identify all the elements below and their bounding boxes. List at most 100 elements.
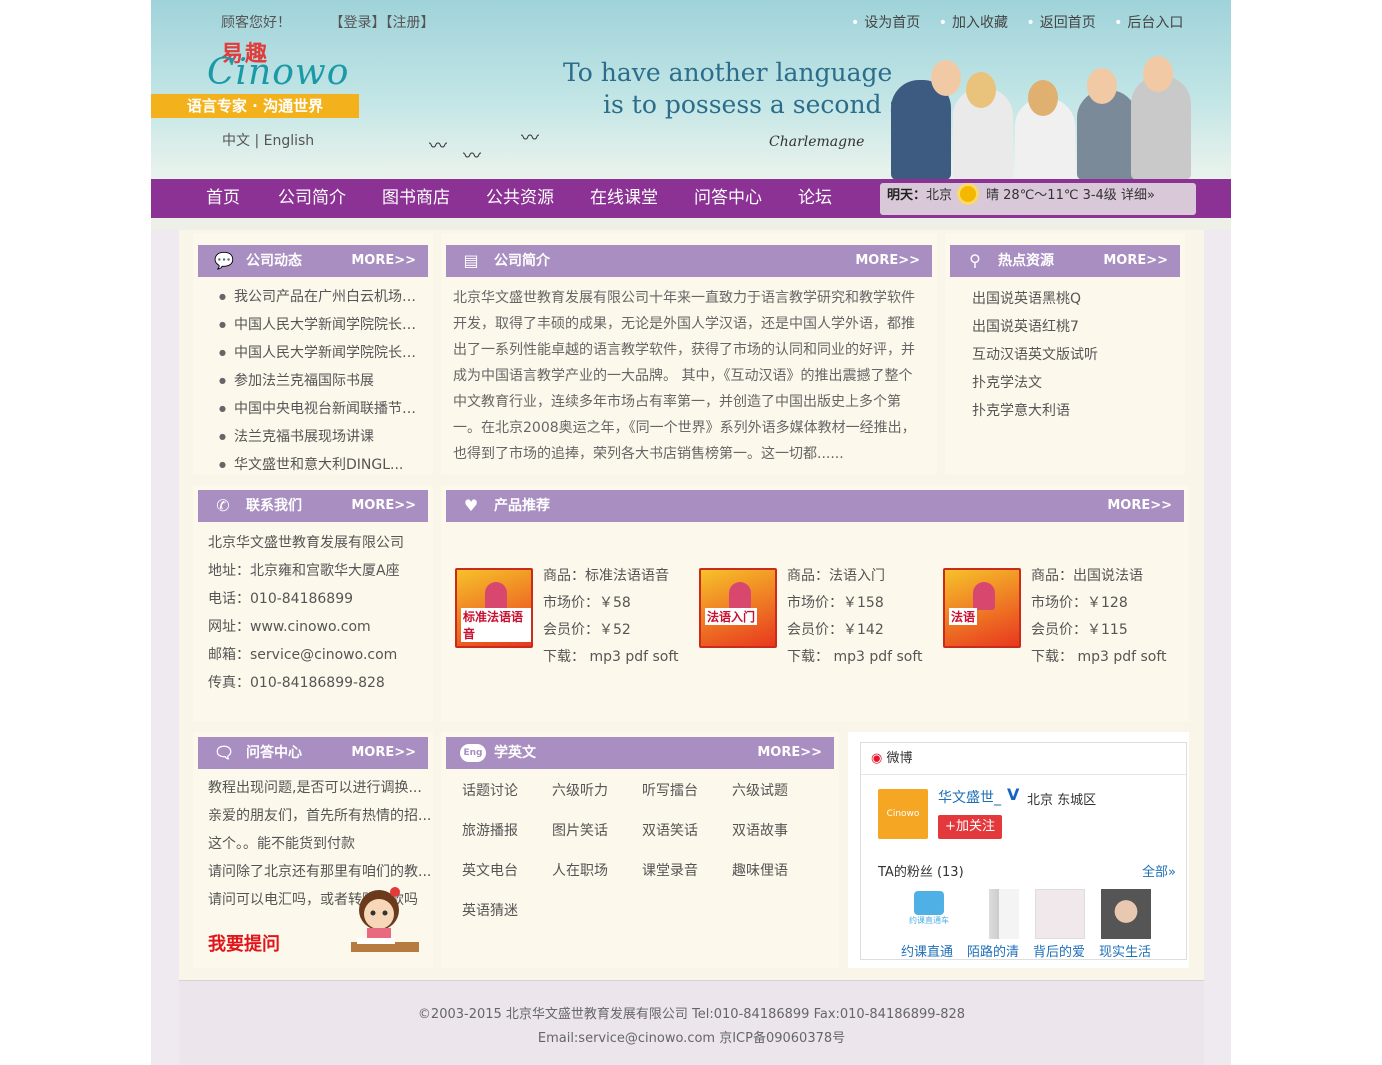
fan-avatar[interactable] [969,889,1019,939]
hot-more-link[interactable]: MORE>> [1103,245,1168,277]
back-home-link[interactable]: 返回首页 [1026,15,1095,31]
contact-email[interactable]: 邮箱：service@cinowo.com [208,641,404,669]
follow-button[interactable]: +加关注 [938,815,1002,839]
document-icon: ▤ [463,251,479,270]
contact-more-link[interactable]: MORE>> [351,490,416,522]
set-homepage-link[interactable]: 设为首页 [851,15,920,31]
product-name[interactable]: 商品：法语入门 [787,563,923,590]
learn-topic[interactable]: 话题讨论 [462,780,518,800]
learn-panel-header: Eng 学英文 MORE>> [446,737,834,769]
learn-topic[interactable]: 六级试题 [732,780,788,800]
qa-more-link[interactable]: MORE>> [351,737,416,769]
nav-online-class[interactable]: 在线课堂 [590,179,658,218]
heart-icon: ♥ [463,496,479,515]
nav-forum[interactable]: 论坛 [798,179,832,218]
all-fans-link[interactable]: 全部» [1142,861,1176,880]
qa-title: 问答中心 [246,745,302,761]
product-download-links[interactable]: 下载： mp3 pdf soft [543,644,679,671]
news-item[interactable]: 法兰克福书展现场讲课 [219,423,429,451]
learn-topic[interactable]: 人在职场 [552,860,608,880]
product-name[interactable]: 商品：标准法语语音 [543,563,679,590]
product-cover-image[interactable]: 法语入门 [699,568,777,648]
product-card[interactable]: 法语入门 商品：法语入门 市场价：￥158 会员价：￥142 下载： mp3 p… [699,563,939,665]
student-head [1028,80,1058,116]
news-item[interactable]: 参加法兰克福国际书展 [219,367,429,395]
fan-name[interactable]: 约课直通 [901,941,953,960]
qa-item[interactable]: 教程出现问题,是否可以进行调换... [208,774,433,802]
learn-topic[interactable]: 课堂录音 [642,860,698,880]
fan-name[interactable]: 背后的爱 [1033,941,1085,960]
verified-v-icon: V [1007,785,1020,804]
product-info: 商品：标准法语语音 市场价：￥58 会员价：￥52 下载： mp3 pdf so… [543,563,679,671]
learn-topic[interactable]: 旅游播报 [462,820,518,840]
news-item[interactable]: 中国人民大学新闻学院院长（... [219,311,429,339]
news-more-link[interactable]: MORE>> [351,245,416,277]
about-panel: ▤ 公司简介 MORE>> 北京华文盛世教育发展有限公司十年来一直致力于语言教学… [441,233,937,475]
nav-qa[interactable]: 问答中心 [694,179,762,218]
product-market-price: 市场价：￥58 [543,595,631,611]
qa-item[interactable]: 亲爱的朋友们，首先所有热情的招... [208,802,433,830]
hot-item[interactable]: 出国说英语红桃7 [972,313,1098,341]
map-pin-icon: ⚲ [969,251,981,270]
hot-item[interactable]: 扑克学法文 [972,369,1098,397]
products-more-link[interactable]: MORE>> [1107,490,1172,522]
nav-home[interactable]: 首页 [206,179,240,218]
learn-topic[interactable]: 英语猜迷 [462,900,518,920]
weibo-user-name[interactable]: 华文盛世_ [938,787,1001,807]
login-link[interactable]: 【登录】 [329,15,385,31]
nav-bookstore[interactable]: 图书商店 [382,179,450,218]
product-download-links[interactable]: 下载： mp3 pdf soft [1031,644,1167,671]
learn-topic[interactable]: 双语笑话 [642,820,698,840]
quote-line-1: To have another language [563,58,893,87]
learn-topic[interactable]: 英文电台 [462,860,518,880]
news-panel-header: 💬 公司动态 MORE>> [198,245,428,277]
fan-name[interactable]: 现实生活 [1099,941,1151,960]
news-item[interactable]: 我公司产品在广州白云机场免税店上架 [219,283,429,311]
eng-badge-icon: Eng [460,744,486,762]
fan-name[interactable]: 陌路的清 [967,941,1019,960]
greeting-text: 顾客您好！ [221,15,291,31]
learn-topic[interactable]: 双语故事 [732,820,788,840]
footer: ©2003-2015 北京华文盛世教育发展有限公司 Tel:010-841868… [179,980,1204,1065]
logo-english[interactable]: Cinowo [207,52,349,93]
product-card[interactable]: 法语 商品：出国说法语 市场价：￥128 会员价：￥115 下载： mp3 pd… [943,563,1183,665]
nav-about[interactable]: 公司简介 [278,179,346,218]
nav-resources[interactable]: 公共资源 [486,179,554,218]
weather-desc[interactable]: 晴 28℃～11℃ 3-4级 详细» [986,188,1155,203]
student-figure [1077,90,1137,180]
weather-widget[interactable]: 明天：北京 晴 28℃～11℃ 3-4级 详细» [880,183,1196,215]
product-cover-image[interactable]: 法语 [943,568,1021,648]
contact-website[interactable]: 网址：www.cinowo.com [208,613,404,641]
learn-topic[interactable]: 听写擂台 [642,780,698,800]
learn-more-link[interactable]: MORE>> [757,737,822,769]
news-item[interactable]: 中国中央电视台新闻联播节目报道 [219,395,429,423]
product-cover-title: 法语 [949,608,978,625]
language-switch[interactable]: 中文 | English [222,130,314,150]
learn-topic[interactable]: 趣味俚语 [732,860,788,880]
fan-avatar[interactable] [1035,889,1085,939]
bird-icon: 〰 [521,128,539,149]
about-more-link[interactable]: MORE>> [855,245,920,277]
fan-avatar[interactable] [1101,889,1151,939]
news-item[interactable]: 华文盛世和意大利DINGL... [219,451,429,479]
admin-entry-link[interactable]: 后台入口 [1114,15,1183,31]
product-download-links[interactable]: 下载： mp3 pdf soft [787,644,923,671]
product-name[interactable]: 商品：出国说法语 [1031,563,1167,590]
hot-item[interactable]: 扑克学意大利语 [972,397,1098,425]
learn-topic[interactable]: 六级听力 [552,780,608,800]
weibo-avatar[interactable]: Cinowo [878,789,928,839]
register-link[interactable]: 【注册】 [385,15,434,31]
learn-topic[interactable]: 图片笑话 [552,820,608,840]
hot-title: 热点资源 [998,253,1054,269]
hot-item[interactable]: 互动汉语英文版试听 [972,341,1098,369]
qa-item[interactable]: 这个。。能不能货到付款 [208,830,433,858]
hot-item[interactable]: 出国说英语黑桃Q [972,285,1098,313]
add-favorite-link[interactable]: 加入收藏 [939,15,1008,31]
news-item[interactable]: 中国人民大学新闻学院院长（... [219,339,429,367]
product-cover-image[interactable]: 标准法语语音 [455,568,533,648]
product-card[interactable]: 标准法语语音 商品：标准法语语音 市场价：￥58 会员价：￥52 下载： mp3… [455,563,695,665]
product-info: 商品：法语入门 市场价：￥158 会员价：￥142 下载： mp3 pdf so… [787,563,923,671]
fan-avatar[interactable]: 约课直通车 [903,889,955,939]
top-links: 设为首页 加入收藏 返回首页 后台入口 [851,12,1197,32]
ask-question-link[interactable]: 我要提问 [208,930,280,956]
